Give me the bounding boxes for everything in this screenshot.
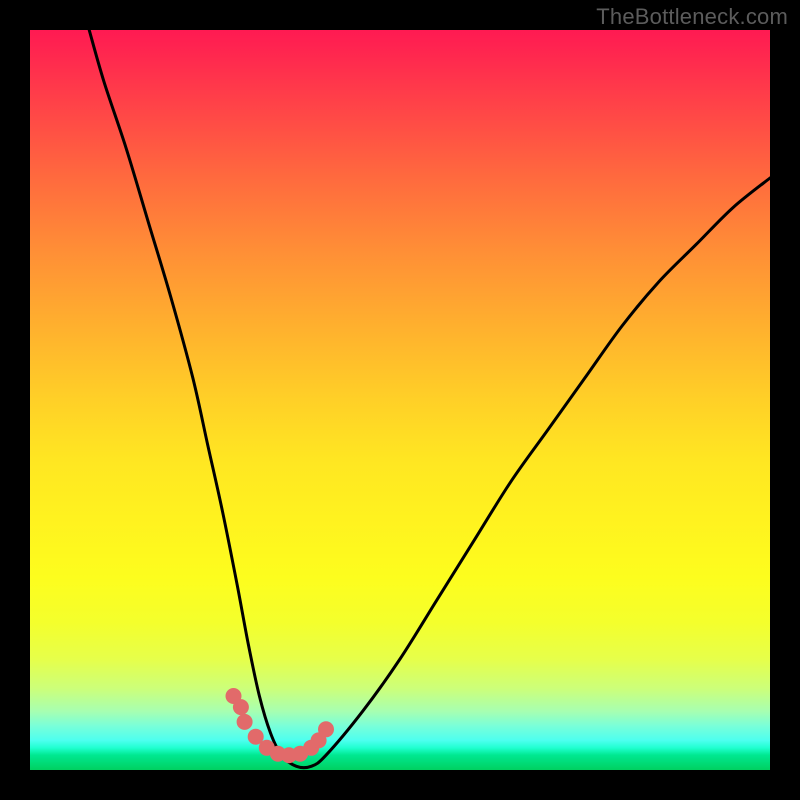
highlight-dot: [237, 714, 253, 730]
curve-svg: [30, 30, 770, 770]
bottleneck-curve-path: [89, 30, 770, 768]
watermark-text: TheBottleneck.com: [596, 4, 788, 30]
chart-frame: TheBottleneck.com: [0, 0, 800, 800]
highlight-dot: [318, 721, 334, 737]
plot-area: [30, 30, 770, 770]
highlight-dot: [233, 699, 249, 715]
bottleneck-curve: [89, 30, 770, 768]
dotted-highlight: [226, 688, 335, 763]
